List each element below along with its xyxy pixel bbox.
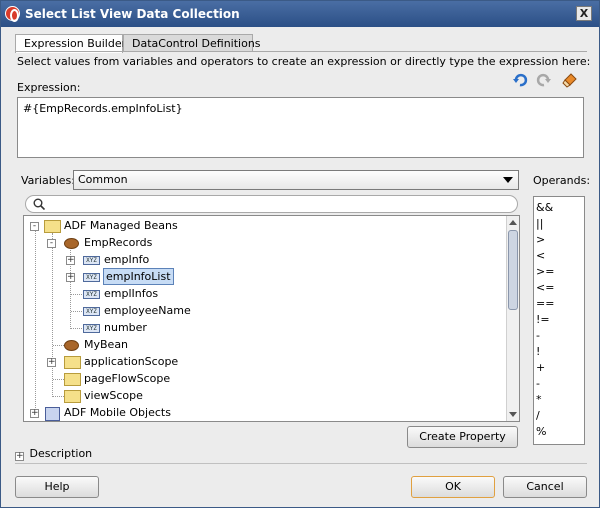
oracle-logo-icon: [5, 6, 20, 22]
operand-item[interactable]: !=: [536, 313, 550, 326]
tree-item-label: viewScope: [84, 389, 143, 402]
tree-item-emprecords[interactable]: - EmpRecords: [24, 235, 504, 252]
tree-item-adf-mobile-objects[interactable]: + ADF Mobile Objects: [24, 405, 504, 421]
expand-icon[interactable]: +: [47, 358, 56, 367]
variables-search-input[interactable]: [25, 195, 518, 213]
tree-item-label: ADF Mobile Objects: [64, 406, 171, 419]
variables-selected-value: Common: [78, 173, 128, 186]
tree-vertical-scrollbar[interactable]: [506, 216, 519, 421]
scrollbar-thumb[interactable]: [508, 230, 518, 310]
tree-connector: [53, 345, 64, 346]
mobile-objects-icon: [45, 407, 60, 421]
folder-icon: [64, 373, 81, 386]
operand-item[interactable]: %: [536, 425, 546, 438]
expand-icon[interactable]: +: [30, 409, 39, 418]
folder-icon: [64, 390, 81, 403]
tree-connector: [53, 379, 64, 380]
tree-item-applicationscope[interactable]: + applicationScope: [24, 354, 504, 371]
scroll-up-icon[interactable]: [509, 220, 517, 225]
tree-item-number[interactable]: XYZ number: [24, 320, 504, 337]
tree-item-pageflowscope[interactable]: pageFlowScope: [24, 371, 504, 388]
redo-icon[interactable]: [536, 72, 552, 88]
description-label: Description: [29, 447, 93, 460]
tab-datacontrol-definitions[interactable]: DataControl Definitions: [123, 34, 261, 52]
tab-panel-border: [15, 51, 587, 52]
undo-icon[interactable]: [512, 72, 528, 88]
tree-item-adf-managed-beans[interactable]: - ADF Managed Beans: [24, 218, 504, 235]
xyz-variable-icon: XYZ: [83, 324, 100, 333]
tree-item-label: empInfoList: [103, 268, 174, 285]
dialog-window: Select List View Data Collection X Expre…: [0, 0, 600, 508]
operand-item[interactable]: !: [536, 345, 540, 358]
tree-item-label: number: [104, 321, 147, 334]
create-property-button[interactable]: Create Property: [407, 426, 518, 448]
xyz-variable-icon: XYZ: [83, 256, 100, 265]
tree-item-label: employeeName: [104, 304, 191, 317]
tree-item-mybean[interactable]: MyBean: [24, 337, 504, 354]
collapse-icon[interactable]: -: [47, 239, 56, 248]
footer-separator: [15, 463, 587, 464]
folder-icon: [44, 220, 61, 233]
dialog-title: Select List View Data Collection: [25, 7, 240, 21]
tree-connector: [71, 328, 82, 329]
tree-item-label: applicationScope: [84, 355, 179, 368]
tree-connector: [71, 294, 82, 295]
tree-connector: [71, 311, 82, 312]
tree-item-label: pageFlowScope: [84, 372, 171, 385]
description-section[interactable]: + Description: [15, 447, 93, 461]
search-icon: [33, 198, 45, 210]
scroll-down-icon[interactable]: [509, 412, 517, 417]
expression-label-text: Expression:: [17, 81, 81, 94]
ok-button[interactable]: OK: [411, 476, 495, 498]
tree-item-label: EmpRecords: [84, 236, 153, 249]
tree-connector: [53, 396, 64, 397]
operand-item[interactable]: -: [536, 329, 540, 342]
tree-item-label: ADF Managed Beans: [64, 219, 178, 232]
operand-item[interactable]: ||: [536, 217, 543, 230]
instructions-text: Select values from variables and operato…: [17, 55, 591, 68]
tree-item-viewscope[interactable]: viewScope: [24, 388, 504, 405]
xyz-variable-icon: XYZ: [83, 273, 100, 282]
operand-item[interactable]: -: [536, 377, 540, 390]
collapse-icon[interactable]: -: [30, 222, 39, 231]
operand-item[interactable]: +: [536, 361, 545, 374]
bean-icon: [64, 340, 79, 351]
tree-item-label: emplInfos: [104, 287, 159, 300]
expression-label: Expression:: [17, 81, 80, 94]
tree-item-empinfo[interactable]: + XYZ empInfo: [24, 252, 504, 269]
variables-label: Variables:: [21, 174, 75, 187]
title-bar: Select List View Data Collection X: [1, 1, 599, 27]
variables-dropdown[interactable]: Common: [73, 170, 519, 190]
cancel-button[interactable]: Cancel: [503, 476, 587, 498]
close-button[interactable]: X: [576, 6, 592, 21]
tree-item-empinfolist[interactable]: + XYZ empInfoList: [24, 268, 504, 286]
help-button[interactable]: Help: [15, 476, 99, 498]
expression-value: #{EmpRecords.empInfoList}: [23, 102, 183, 115]
xyz-variable-icon: XYZ: [83, 307, 100, 316]
expand-icon[interactable]: +: [66, 256, 75, 265]
operand-item[interactable]: ==: [536, 297, 554, 310]
eraser-icon[interactable]: [562, 72, 578, 88]
tree-item-label: empInfo: [104, 253, 150, 266]
bean-icon: [64, 238, 79, 249]
expression-textarea[interactable]: #{EmpRecords.empInfoList}: [17, 97, 584, 158]
tree-item-emplinfos[interactable]: XYZ emplInfos: [24, 286, 504, 303]
operand-item[interactable]: *: [536, 393, 542, 406]
operand-item[interactable]: <=: [536, 281, 554, 294]
operands-list: && || > < >= <= == != - ! + - * / %: [533, 196, 585, 445]
folder-icon: [64, 356, 81, 369]
expand-icon[interactable]: +: [66, 273, 75, 282]
xyz-variable-icon: XYZ: [83, 290, 100, 299]
operand-item[interactable]: <: [536, 249, 545, 262]
operand-item[interactable]: >: [536, 233, 545, 246]
expand-icon[interactable]: +: [15, 452, 24, 461]
operand-item[interactable]: /: [536, 409, 540, 422]
operands-label: Operands:: [533, 174, 591, 187]
variables-tree: - ADF Managed Beans - EmpRecords + XYZ e…: [23, 215, 520, 422]
tree-item-employeename[interactable]: XYZ employeeName: [24, 303, 504, 320]
operand-item[interactable]: >=: [536, 265, 554, 278]
operand-item[interactable]: &&: [536, 201, 553, 214]
dropdown-arrow-icon: [503, 177, 513, 183]
tree-item-label: MyBean: [84, 338, 129, 351]
